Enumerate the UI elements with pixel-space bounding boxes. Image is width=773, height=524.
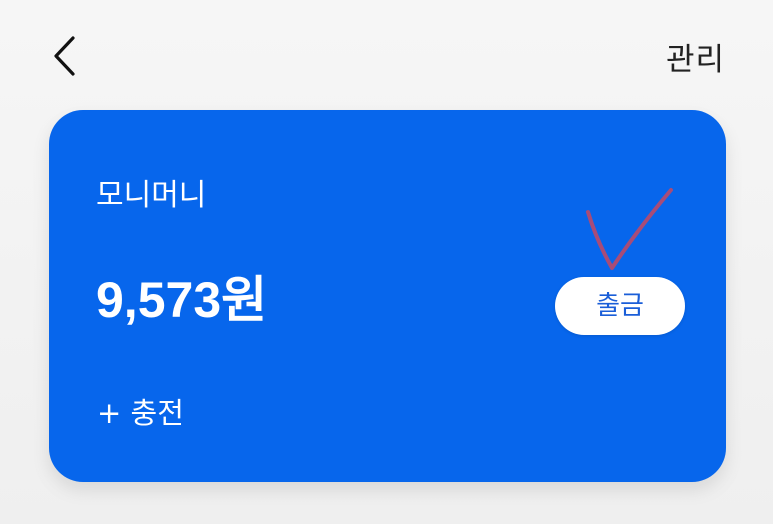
charge-button[interactable]: + 충전 bbox=[97, 395, 184, 431]
top-header: 관리 bbox=[0, 0, 773, 100]
card-title: 모니머니 bbox=[96, 178, 207, 213]
wallet-screen: 관리 모니머니 9,573원 출금 + 충전 bbox=[0, 0, 773, 524]
balance-amount: 9,573원 bbox=[96, 272, 268, 328]
manage-button[interactable]: 관리 bbox=[666, 34, 725, 79]
back-button[interactable] bbox=[38, 28, 90, 84]
money-card: 모니머니 9,573원 출금 + 충전 bbox=[49, 110, 726, 482]
withdraw-button[interactable]: 출금 bbox=[555, 277, 685, 335]
chevron-left-icon bbox=[54, 36, 75, 76]
